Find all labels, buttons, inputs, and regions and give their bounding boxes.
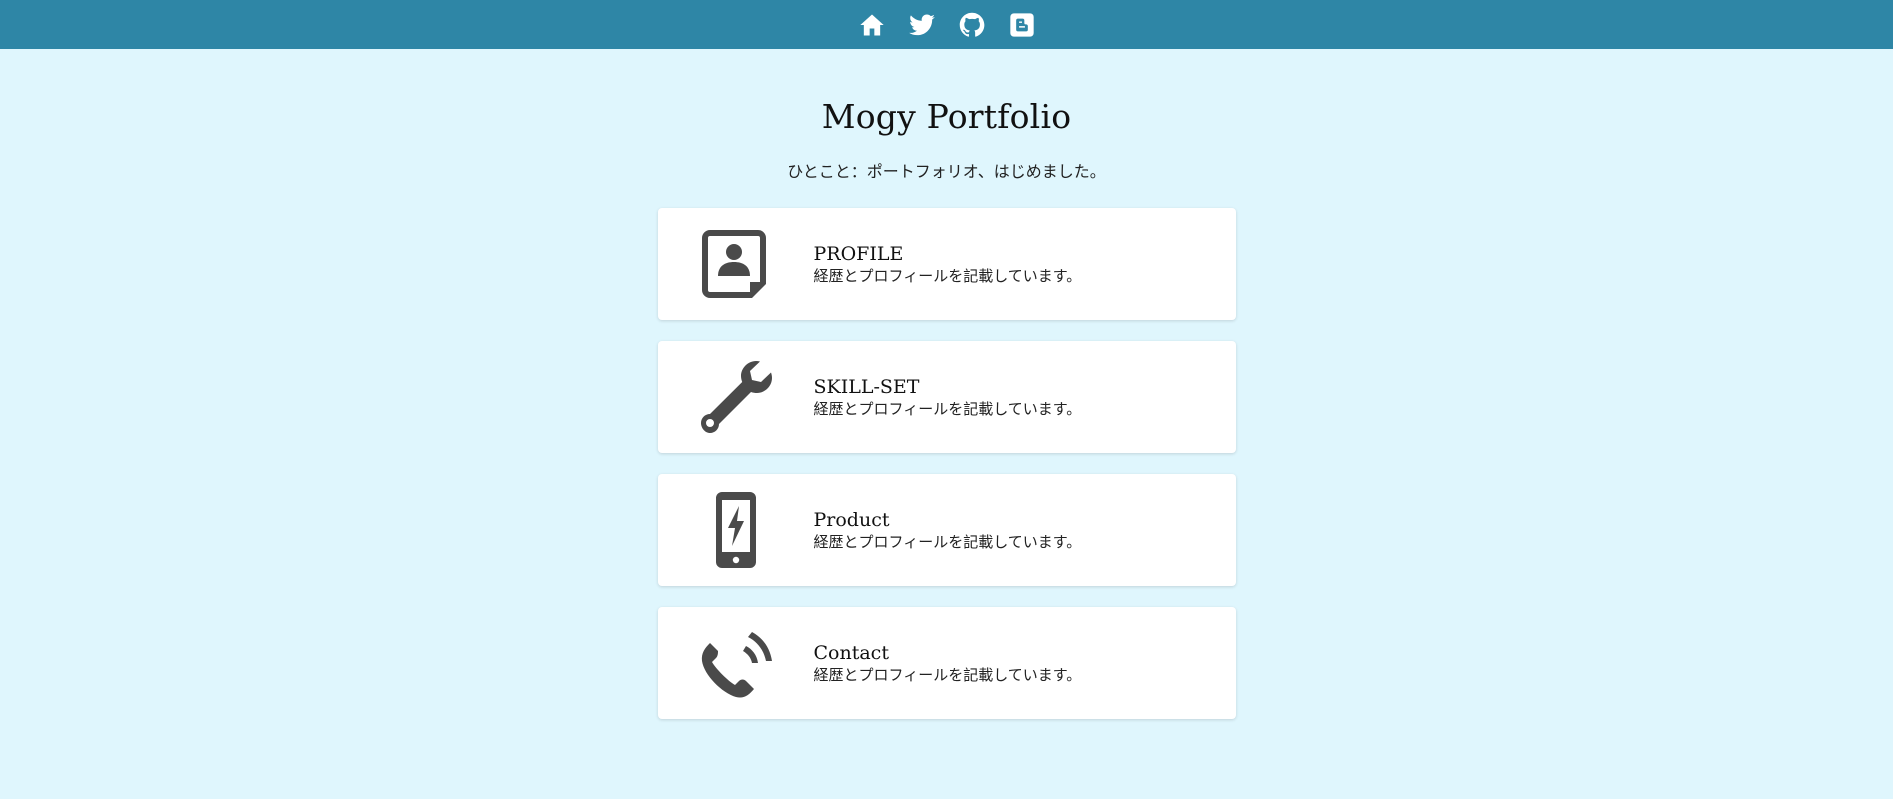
card-title: SKILL-SET: [813, 376, 920, 398]
page-title: Mogy Portfolio: [821, 97, 1072, 136]
home-icon[interactable]: [856, 9, 887, 40]
card-description: 経歴とプロフィールを記載しています。: [813, 400, 1082, 418]
profile-card-icon: [658, 208, 814, 320]
blogger-icon[interactable]: [1006, 9, 1037, 40]
card-title: Product: [813, 509, 890, 531]
card-text: Contact 経歴とプロフィールを記載しています。: [814, 641, 1082, 685]
card-text: SKILL-SET 経歴とプロフィールを記載しています。: [814, 375, 1082, 419]
card-text: PROFILE 経歴とプロフィールを記載しています。: [814, 242, 1082, 286]
card-text: Product 経歴とプロフィールを記載しています。: [814, 508, 1082, 552]
twitter-icon[interactable]: [906, 9, 937, 40]
phone-call-icon: [658, 607, 814, 719]
page-tagline: ひとこと：ポートフォリオ、はじめました。: [787, 162, 1106, 181]
card-description: 経歴とプロフィールを記載しています。: [813, 666, 1082, 684]
card-description: 経歴とプロフィールを記載しています。: [813, 267, 1082, 285]
wrench-icon: [658, 341, 814, 453]
skill-set-card[interactable]: SKILL-SET 経歴とプロフィールを記載しています。: [657, 341, 1236, 453]
product-card[interactable]: Product 経歴とプロフィールを記載しています。: [657, 474, 1236, 586]
page-header: Mogy Portfolio ひとこと：ポートフォリオ、はじめました。: [0, 97, 1893, 182]
top-navigation-bar: [0, 0, 1893, 49]
card-title: Contact: [813, 642, 889, 664]
contact-card[interactable]: Contact 経歴とプロフィールを記載しています。: [657, 607, 1236, 719]
github-icon[interactable]: [956, 9, 987, 40]
card-title: PROFILE: [813, 243, 904, 265]
card-description: 経歴とプロフィールを記載しています。: [813, 533, 1082, 551]
profile-card[interactable]: PROFILE 経歴とプロフィールを記載しています。: [657, 208, 1236, 320]
smartphone-bolt-icon: [658, 474, 814, 586]
section-card-list: PROFILE 経歴とプロフィールを記載しています。 SKILL-SET 経歴と…: [657, 208, 1236, 719]
